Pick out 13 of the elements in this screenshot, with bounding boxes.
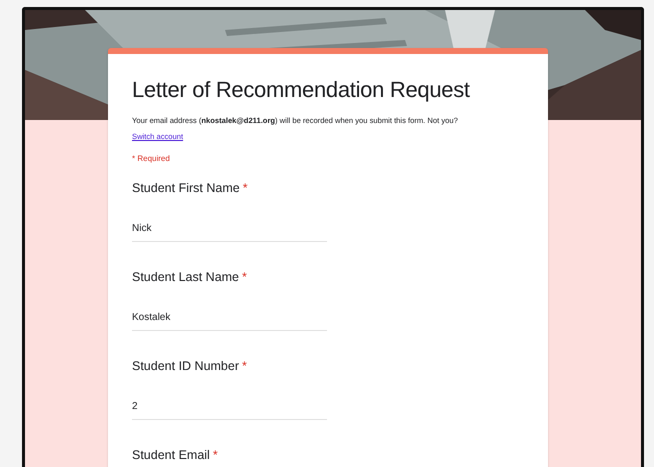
required-asterisk: * (242, 358, 247, 374)
required-asterisk: * (242, 269, 247, 285)
question-label: Student Last Name (132, 269, 240, 285)
question-label: Student Email (132, 447, 210, 463)
answer-field[interactable]: Nick (132, 218, 327, 242)
question-label: Student First Name (132, 180, 240, 196)
required-note: * Required (132, 154, 171, 164)
required-asterisk: * (242, 180, 248, 196)
question-label: Student ID Number (132, 358, 239, 374)
form-title: Letter of Recommendation Request (132, 76, 471, 104)
answer-field[interactable]: Kostalek (132, 307, 327, 331)
answer-field[interactable]: 2 (132, 396, 327, 420)
required-asterisk: * (212, 447, 218, 463)
